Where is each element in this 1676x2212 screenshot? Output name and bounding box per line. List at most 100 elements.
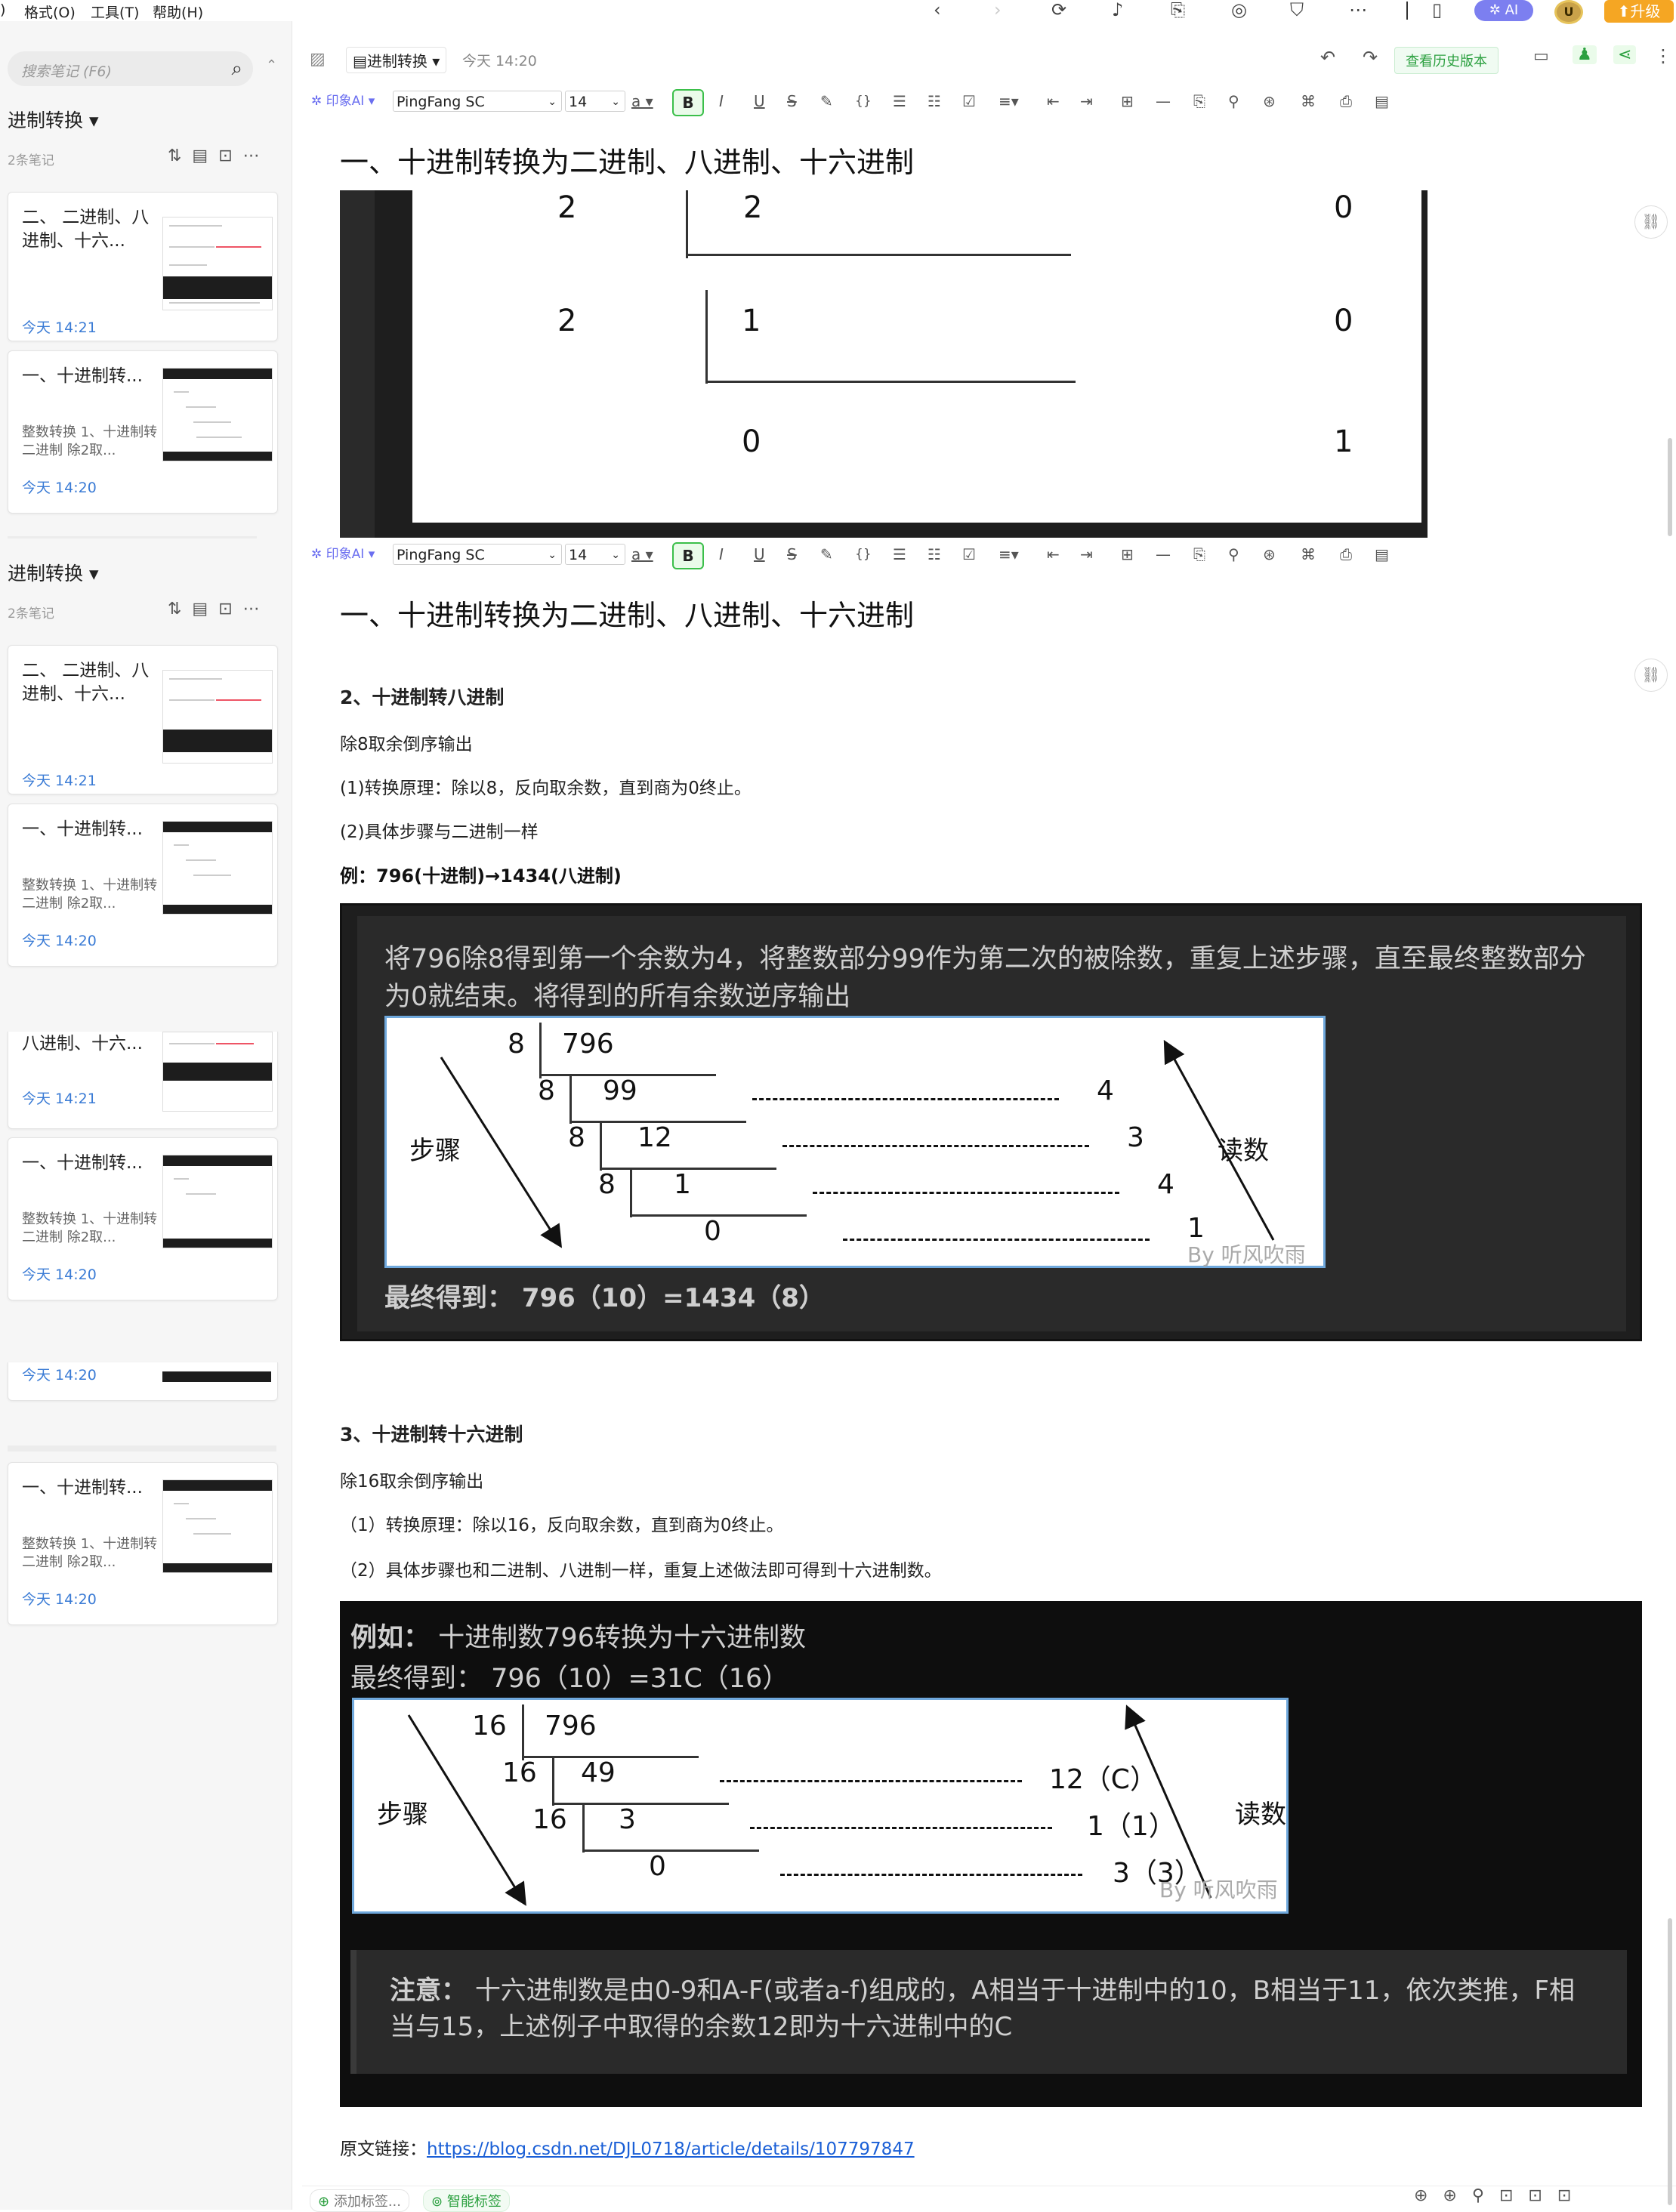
target-icon[interactable]: ◎ [1231, 0, 1247, 20]
more-options-icon[interactable]: ⋮ [1654, 45, 1672, 66]
note-card[interactable]: 一、十进制转... 整数转换 1、十进制转二进制 除2取... 今天 14:20 [8, 1462, 278, 1625]
ai-button[interactable]: ✲ AI [1474, 0, 1533, 21]
outdent-icon[interactable]: ⇤ [1047, 544, 1060, 565]
notebook-title[interactable]: 进制转换 ▾ [8, 106, 99, 133]
outdent-icon[interactable]: ⇤ [1047, 91, 1060, 112]
sync-icon[interactable]: ⟳ [1051, 0, 1066, 20]
format-painter-icon[interactable]: ▤ [1375, 544, 1389, 565]
attachment-icon[interactable]: ⎘ [1193, 544, 1205, 565]
ai-writing-button[interactable]: ✲ 印象AI ▾ [311, 544, 375, 565]
format-painter-icon[interactable]: ▤ [1375, 91, 1389, 112]
print-icon[interactable]: ⎙ [1340, 544, 1352, 565]
menu-tools[interactable]: 工具(T) [91, 2, 139, 22]
emoji-icon[interactable]: ⊛ [1263, 91, 1276, 112]
sort-view-tools[interactable]: ⇅▤⊡⋯ [168, 600, 270, 619]
font-family-select[interactable]: PingFang SC ⌄ [393, 91, 562, 112]
indent-icon[interactable]: ⇥ [1080, 91, 1093, 112]
text-color-button[interactable]: a ▾ [631, 91, 653, 112]
search-input[interactable]: 搜索笔记 (F6) ⌕ [8, 51, 253, 86]
note-card-snippet: 整数转换 1、十进制转二进制 除2取... [22, 424, 158, 458]
source-link[interactable]: https://blog.csdn.net/DJL0718/article/de… [427, 2140, 915, 2159]
note-card[interactable]: 今天 14:20 [8, 1362, 278, 1401]
code-icon[interactable]: {} [855, 544, 872, 565]
emoji-icon[interactable]: ⊛ [1263, 544, 1276, 565]
template-icon[interactable]: ⚲ [1228, 544, 1239, 565]
text-color-button[interactable]: a ▾ [631, 544, 653, 565]
avatar[interactable]: U [1554, 0, 1583, 24]
code-icon[interactable]: {} [855, 91, 872, 112]
history-button[interactable]: 查看历史版本 [1394, 47, 1499, 74]
export-icon[interactable]: ⎘ [1171, 0, 1185, 20]
undo-icon[interactable]: ↶ [1320, 47, 1335, 68]
collapse-icon[interactable]: ⌃ [266, 57, 277, 73]
note-card[interactable]: 一、十进制转... 整数转换 1、十进制转二进制 除2取... 今天 14:20 [8, 1137, 278, 1300]
system-tray-icons[interactable]: ⊕⊕⚲⊡⊡⊡ [1414, 2186, 1586, 2205]
bullet-list-icon[interactable]: ☰ [893, 91, 906, 112]
sort-view-tools[interactable]: ⇅▤⊡⋯ [168, 147, 270, 165]
underline-button[interactable]: U [754, 91, 765, 112]
menu-format[interactable]: 格式(O) [24, 2, 76, 22]
divider-icon[interactable]: — [1156, 544, 1171, 565]
italic-button[interactable]: I [719, 544, 724, 565]
font-size-select[interactable]: 14 ⌄ [565, 544, 625, 565]
print-icon[interactable]: ⎙ [1340, 91, 1352, 112]
ai-writing-button[interactable]: ✲ 印象AI ▾ [311, 91, 375, 112]
link-icon[interactable]: ⛓ [1634, 205, 1668, 239]
upgrade-button[interactable]: ⬆升级 [1604, 0, 1674, 23]
notebook-title[interactable]: 进制转换 ▾ [8, 559, 99, 586]
collaborate-icon[interactable]: ♟ [1573, 45, 1597, 64]
shield-icon[interactable]: ⛉ [1290, 0, 1304, 20]
note-card[interactable]: 一、十进制转... 整数转换 1、十进制转二进制 除2取... 今天 14:20 [8, 350, 278, 514]
menu-help[interactable]: 帮助(H) [153, 2, 203, 22]
more-icon[interactable]: ⋯ [1349, 0, 1367, 20]
bell-icon[interactable]: ♪ [1112, 0, 1123, 20]
template-icon[interactable]: ⚲ [1228, 91, 1239, 112]
image-icon[interactable]: ▨ [310, 50, 326, 69]
bold-button[interactable]: B [672, 542, 704, 569]
add-tag-button[interactable]: ⊕ 添加标签... [310, 2189, 409, 2212]
align-icon[interactable]: ≡▾ [999, 91, 1019, 112]
checklist-icon[interactable]: ☑ [962, 91, 976, 112]
underline-button[interactable]: U [754, 544, 765, 565]
strikethrough-button[interactable]: S [787, 91, 797, 112]
table-icon[interactable]: ⊞ [1121, 91, 1134, 112]
smart-tag-button[interactable]: ⊚ 智能标签 [423, 2189, 510, 2212]
bold-button[interactable]: B [672, 89, 704, 116]
note-card[interactable]: 二、 二进制、八进制、十六... 今天 14:21 [8, 192, 278, 341]
figure-caption: 将796除8得到第一个余数为4，将整数部分99作为第二次的被除数，重复上述步骤，… [384, 940, 1586, 1016]
checklist-icon[interactable]: ☑ [962, 544, 976, 565]
numbered-list-icon[interactable]: ☷ [928, 544, 941, 565]
link-icon[interactable]: ⛓ [1634, 659, 1668, 692]
bullet-list-icon[interactable]: ☰ [893, 544, 906, 565]
comment-icon[interactable]: ▭ [1533, 47, 1549, 66]
highlighter-icon[interactable]: ✎ [820, 91, 833, 112]
command-icon[interactable]: ⌘ [1301, 544, 1316, 565]
font-size-select[interactable]: 14 ⌄ [565, 91, 625, 112]
strikethrough-button[interactable]: S [787, 544, 797, 565]
command-icon[interactable]: ⌘ [1301, 91, 1316, 112]
scrollbar-thumb[interactable] [1668, 438, 1672, 536]
share-icon[interactable]: ⋖ [1613, 45, 1637, 64]
note-card[interactable]: 二、 二进制、八进制、十六... 今天 14:21 [8, 645, 278, 794]
table-icon[interactable]: ⊞ [1121, 544, 1134, 565]
note-card[interactable]: 八进制、十六... 今天 14:21 [8, 1032, 278, 1129]
phone-icon[interactable]: ▯ [1432, 0, 1442, 20]
remainder: 0 [1334, 190, 1353, 225]
divider-icon[interactable]: — [1156, 91, 1171, 112]
font-family-select[interactable]: PingFang SC ⌄ [393, 544, 562, 565]
note-card-date: 今天 14:21 [22, 773, 97, 789]
forward-icon[interactable]: › [994, 0, 1002, 20]
redo-icon[interactable]: ↷ [1363, 47, 1378, 68]
italic-button[interactable]: I [719, 91, 724, 112]
highlighter-icon[interactable]: ✎ [820, 544, 833, 565]
ai-writing-label: 印象AI [326, 547, 365, 562]
indent-icon[interactable]: ⇥ [1080, 544, 1093, 565]
attachment-icon[interactable]: ⎘ [1193, 91, 1205, 112]
notebook-selector[interactable]: ▤进制转换 ▾ [346, 47, 447, 73]
note-card[interactable]: 一、十进制转... 整数转换 1、十进制转二进制 除2取... 今天 14:20 [8, 804, 278, 967]
scrollbar-thumb[interactable] [1668, 1918, 1672, 2205]
numbered-list-icon[interactable]: ☷ [928, 91, 941, 112]
back-icon[interactable]: ‹ [934, 0, 941, 20]
align-icon[interactable]: ≡▾ [999, 544, 1019, 565]
search-icon[interactable]: ⌕ [231, 57, 242, 81]
